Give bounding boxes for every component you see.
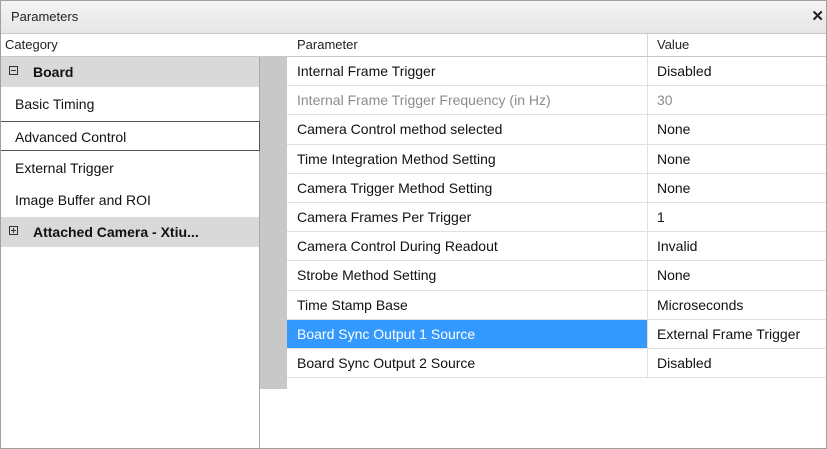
parameter-name: Board Sync Output 2 Source — [297, 354, 476, 371]
parameter-name: Time Stamp Base — [297, 296, 408, 313]
category-advanced-control[interactable]: Advanced Control — [1, 121, 260, 151]
category-label: Advanced Control — [15, 129, 127, 145]
parameter-value[interactable]: 30 — [657, 92, 673, 108]
category-basic-timing[interactable]: Basic Timing — [1, 89, 259, 119]
category-label: Board — [33, 64, 74, 80]
window-title: Parameters — [11, 9, 79, 24]
parameter-value[interactable]: Invalid — [657, 238, 697, 254]
row-gutter — [260, 57, 287, 389]
category-image-buffer-roi[interactable]: Image Buffer and ROI — [1, 185, 259, 215]
parameter-name: Camera Control method selected — [297, 121, 503, 138]
parameter-value[interactable]: None — [657, 180, 690, 196]
parameter-row[interactable]: Camera Frames Per Trigger 1 — [287, 202, 826, 233]
value-header[interactable]: Value — [657, 37, 689, 52]
parameter-row[interactable]: Time Stamp Base Microseconds — [287, 290, 826, 320]
parameter-name: Camera Frames Per Trigger — [297, 208, 472, 225]
parameter-value[interactable]: Disabled — [657, 63, 711, 79]
close-icon[interactable]: ✕ — [811, 7, 824, 25]
parameter-row[interactable]: Camera Trigger Method Setting None — [287, 173, 826, 203]
parameter-row[interactable]: Camera Control method selected None — [287, 115, 826, 145]
parameter-name: Strobe Method Setting — [297, 267, 437, 284]
parameter-name: Camera Control During Readout — [297, 238, 498, 255]
category-tree: Board Basic Timing Advanced Control Exte… — [1, 57, 260, 448]
title-bar: Parameters ✕ — [1, 1, 826, 34]
parameter-value[interactable]: None — [657, 121, 690, 137]
category-external-trigger[interactable]: External Trigger — [1, 153, 259, 183]
expand-icon[interactable] — [9, 226, 18, 235]
parameter-row[interactable]: Time Integration Method Setting None — [287, 144, 826, 174]
parameter-name: Internal Frame Trigger — [297, 63, 436, 79]
parameter-row[interactable]: Internal Frame Trigger Disabled — [287, 57, 826, 87]
header-divider[interactable] — [647, 34, 648, 56]
category-header: Category — [5, 37, 58, 52]
category-label: External Trigger — [15, 160, 114, 176]
parameters-window: Parameters ✕ Category Parameter Value Bo… — [0, 0, 827, 449]
parameter-header[interactable]: Parameter — [297, 37, 358, 52]
parameter-value[interactable]: External Frame Trigger — [657, 326, 800, 342]
parameter-value[interactable]: None — [657, 267, 690, 283]
parameter-row[interactable]: Internal Frame Trigger Frequency (in Hz)… — [287, 86, 826, 116]
parameter-row[interactable]: Camera Control During Readout Invalid — [287, 232, 826, 262]
category-label: Image Buffer and ROI — [15, 192, 151, 208]
parameter-name: Time Integration Method Setting — [297, 150, 496, 167]
category-label: Attached Camera - Xtiu... — [33, 224, 199, 240]
parameter-name: Board Sync Output 1 Source — [297, 325, 476, 342]
collapse-icon[interactable] — [9, 66, 18, 75]
parameter-row[interactable]: Strobe Method Setting None — [287, 261, 826, 291]
parameter-value[interactable]: Microseconds — [657, 297, 743, 313]
parameter-row[interactable]: Board Sync Output 2 Source Disabled — [287, 348, 826, 379]
category-label: Basic Timing — [15, 96, 95, 112]
column-header-row: Category Parameter Value — [1, 34, 826, 57]
parameter-name: Internal Frame Trigger Frequency (in Hz) — [297, 92, 551, 109]
parameter-grid: Internal Frame Trigger Disabled Internal … — [287, 57, 826, 379]
parameter-name: Camera Trigger Method Setting — [297, 179, 493, 196]
parameter-row-selected[interactable]: Board Sync Output 1 Source External Frame… — [287, 319, 826, 349]
parameter-value[interactable]: None — [657, 151, 690, 167]
parameter-value[interactable]: Disabled — [657, 355, 711, 371]
parameter-value[interactable]: 1 — [657, 209, 665, 225]
category-board[interactable]: Board — [1, 57, 259, 87]
category-attached-camera[interactable]: Attached Camera - Xtiu... — [1, 217, 259, 247]
